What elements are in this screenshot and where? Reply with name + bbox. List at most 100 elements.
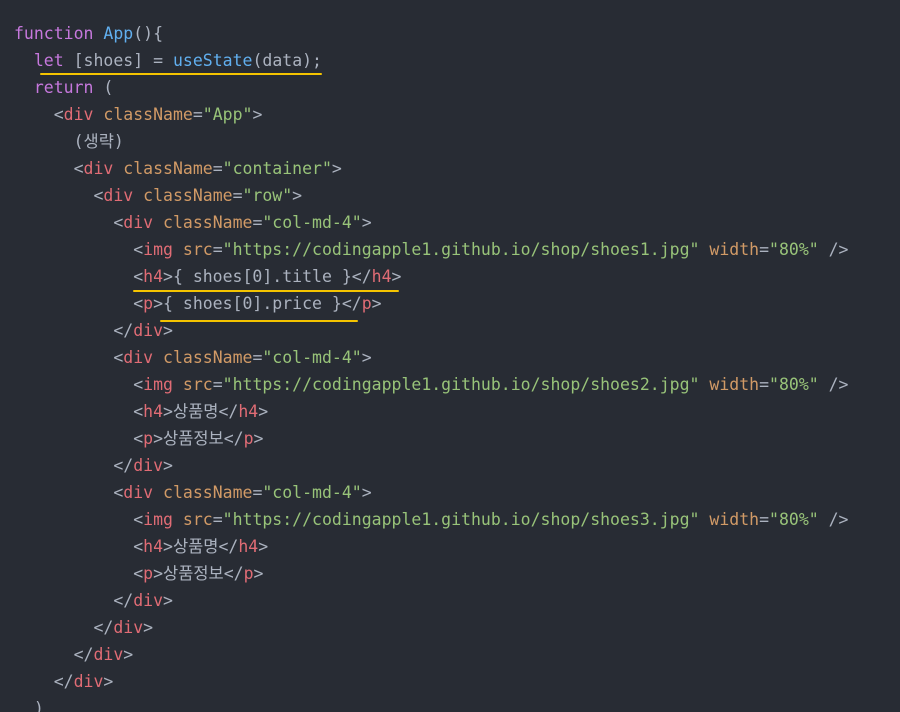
code-line: <div className="row"> <box>14 182 302 209</box>
code-token: className <box>163 348 253 367</box>
code-token: div <box>133 591 164 610</box>
code-line: (생략) <box>14 128 124 155</box>
code-line: </div> <box>14 668 114 695</box>
code-token: < <box>14 213 124 232</box>
code-token: </ <box>14 456 134 475</box>
code-token: >상품정보</ <box>153 564 244 583</box>
code-token: h4 <box>238 537 259 556</box>
code-token: "https://codingapple1.github.io/shop/sho… <box>222 375 700 394</box>
code-line: <div className="col-md-4"> <box>14 209 372 236</box>
code-line: <img src="https://codingapple1.github.io… <box>14 236 848 263</box>
code-token: /> <box>818 375 849 394</box>
code-token: > <box>163 456 173 475</box>
code-token: </ <box>14 645 94 664</box>
code-token: h4 <box>238 402 259 421</box>
code-token: "col-md-4" <box>262 483 362 502</box>
code-token: >상품명</ <box>163 402 239 421</box>
code-line: </div> <box>14 452 173 479</box>
code-token: > <box>361 348 372 367</box>
code-line: </div> <box>14 317 173 344</box>
code-token: < <box>14 537 144 556</box>
code-token: div <box>123 348 154 367</box>
code-line: <h4>상품명</h4> <box>14 398 268 425</box>
code-line: <div className="col-md-4"> <box>14 344 372 371</box>
code-token: width <box>709 240 760 259</box>
code-token: >{ shoes[0].price }</ <box>153 294 362 313</box>
code-token: className <box>163 213 253 232</box>
code-token: img <box>143 240 173 259</box>
code-token: > <box>361 483 372 502</box>
code-token: img <box>143 375 173 394</box>
code-token: > <box>123 645 134 664</box>
code-line: </div> <box>14 587 173 614</box>
code-token: "https://codingapple1.github.io/shop/sho… <box>222 510 700 529</box>
code-token: /> <box>818 510 849 529</box>
code-token: className <box>103 105 193 124</box>
code-token: useState <box>172 51 253 70</box>
code-line: <div className="App"> <box>14 101 263 128</box>
code-token: = <box>192 105 203 124</box>
code-token: "container" <box>222 159 332 178</box>
code-token: < <box>14 294 144 313</box>
code-line: return ( <box>14 74 113 101</box>
code-token: < <box>14 186 104 205</box>
code-line: <div className="col-md-4"> <box>14 479 372 506</box>
code-token: div <box>123 213 154 232</box>
code-token: = <box>759 240 770 259</box>
code-token: > <box>252 105 263 124</box>
code-token: width <box>709 510 760 529</box>
code-token: > <box>361 213 372 232</box>
code-token: ) <box>14 699 44 712</box>
code-token: h4 <box>143 402 164 421</box>
code-token: "row" <box>242 186 293 205</box>
code-token: div <box>103 186 134 205</box>
code-editor[interactable]: function App(){ let [shoes] = useState(d… <box>0 0 900 712</box>
code-token: < <box>14 564 144 583</box>
code-token: src <box>182 510 213 529</box>
code-token: img <box>143 510 173 529</box>
code-token: h4 <box>143 537 164 556</box>
code-line: <div className="container"> <box>14 155 342 182</box>
code-token: className <box>143 186 233 205</box>
code-token: < <box>14 429 144 448</box>
code-line: </div> <box>14 614 153 641</box>
code-token: </ <box>14 618 114 637</box>
code-token: > <box>253 564 264 583</box>
code-token: let <box>33 51 64 70</box>
code-token: > <box>253 429 264 448</box>
code-token: "80%" <box>769 240 819 259</box>
code-line: <h4>상품명</h4> <box>14 533 268 560</box>
code-token: div <box>133 456 164 475</box>
code-token: = <box>212 510 223 529</box>
code-token: > <box>258 402 269 421</box>
code-token: (){ <box>133 24 164 43</box>
code-token: = <box>212 375 223 394</box>
code-token: = <box>212 240 223 259</box>
code-token: > <box>371 294 382 313</box>
code-token: "col-md-4" <box>262 348 362 367</box>
code-line: <img src="https://codingapple1.github.io… <box>14 506 849 533</box>
code-token: ( <box>93 78 114 97</box>
code-token: < <box>14 402 144 421</box>
code-token: div <box>83 159 114 178</box>
code-token: = <box>252 348 263 367</box>
code-token: (data); <box>252 51 322 70</box>
code-token: < <box>14 375 144 394</box>
code-line: ) <box>14 695 44 712</box>
code-token: = <box>759 375 770 394</box>
code-line: function App(){ <box>14 20 163 47</box>
code-token: >상품명</ <box>163 537 239 556</box>
code-token: p <box>143 429 154 448</box>
code-token: App <box>103 24 134 43</box>
code-line: <p>상품정보</p> <box>14 560 263 587</box>
code-token: > <box>163 591 173 610</box>
code-token: > <box>258 537 269 556</box>
